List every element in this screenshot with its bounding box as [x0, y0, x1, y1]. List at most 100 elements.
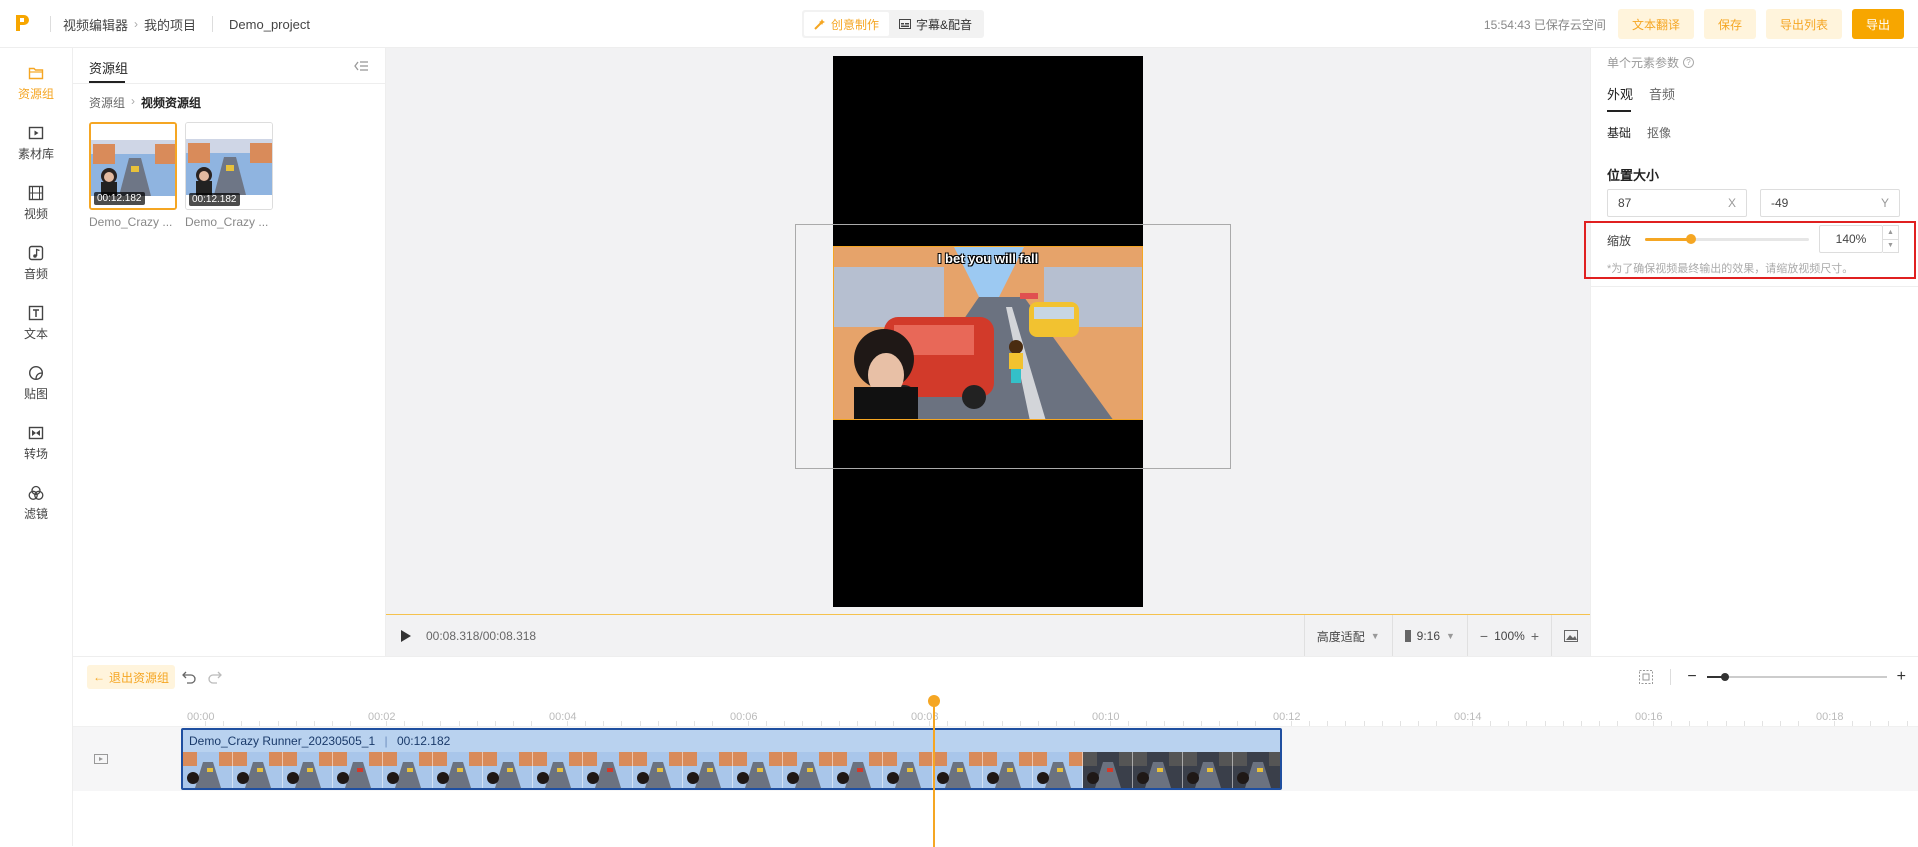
position-x-field[interactable]: 87 X [1607, 189, 1747, 217]
subtab-basic[interactable]: 基础 [1607, 124, 1631, 141]
resource-thumbnail[interactable]: 00:12.182 [89, 122, 177, 210]
crumb-resource-group[interactable]: 资源组 [89, 94, 125, 111]
ruler-minor-tick [1870, 721, 1872, 726]
playhead-line[interactable] [933, 697, 935, 847]
chevron-right-icon: › [131, 94, 136, 108]
sidebar-item-media-library[interactable]: 素材库 [0, 118, 72, 168]
ruler-minor-tick [947, 721, 949, 726]
time-ruler[interactable]: 00:00 00:02 00:04 00:06 00:08 00:10 00:12 00:14… [73, 697, 1918, 727]
sidebar-item-label: 音频 [23, 266, 48, 281]
fit-mode-select[interactable]: 高度适配 ▼ [1303, 615, 1392, 657]
ruler-minor-tick [1490, 721, 1492, 726]
redo-icon[interactable] [207, 669, 223, 685]
filmstrip-frame [833, 752, 883, 788]
media-library-icon [28, 126, 44, 139]
undo-icon[interactable] [181, 669, 197, 685]
ruler-minor-tick [1327, 721, 1329, 726]
ruler-minor-tick [1218, 721, 1220, 726]
app-logo-icon[interactable] [14, 13, 30, 33]
timeline-zoom-out-icon[interactable]: − [1687, 668, 1696, 686]
exit-resource-group-button[interactable]: ← 退出资源组 [87, 665, 176, 689]
sidebar-item-text[interactable]: 文本 [0, 298, 72, 348]
tab-creative[interactable]: 创意制作 [804, 12, 890, 36]
export-list-button[interactable]: 导出列表 [1765, 9, 1842, 39]
save-button[interactable]: 保存 [1703, 9, 1756, 39]
zoom-in-icon[interactable]: + [1531, 628, 1539, 644]
magic-wand-icon [814, 19, 825, 30]
timeline-zoom-handle[interactable] [1720, 673, 1729, 681]
tab-appearance[interactable]: 外观 [1607, 84, 1633, 103]
project-name[interactable]: Demo_project [229, 17, 310, 32]
timeline-zoom-in-icon[interactable]: + [1897, 668, 1906, 686]
ruler-minor-tick [1381, 721, 1383, 726]
filmstrip-frame [633, 752, 683, 788]
sidebar-item-audio[interactable]: 音频 [0, 238, 72, 288]
collapse-panel-icon[interactable] [353, 59, 369, 73]
sidebar-item-label: 贴图 [23, 386, 48, 401]
ruler-minor-tick [1689, 721, 1691, 726]
subtitle-icon [899, 19, 912, 29]
filmstrip-frame [1133, 752, 1183, 788]
ruler-minor-tick [223, 721, 225, 726]
video-track-icon [94, 754, 108, 764]
ruler-minor-tick [1834, 721, 1836, 726]
ruler-minor-tick [820, 721, 822, 726]
ruler-minor-tick [313, 721, 315, 726]
breadcrumb: 视频编辑器 › 我的项目 Demo_project [50, 0, 310, 48]
sidebar-item-filter[interactable]: 滤镜 [0, 478, 72, 528]
timeline-zoom-slider[interactable] [1706, 673, 1887, 681]
ruler-minor-tick [929, 721, 931, 726]
help-icon[interactable]: ? [1683, 57, 1695, 68]
playhead-handle[interactable] [928, 695, 940, 707]
resource-breadcrumb: 资源组 › 视频资源组 [89, 94, 201, 111]
sidebar-item-label: 素材库 [17, 146, 54, 161]
properties-tabs: 外观 音频 [1607, 84, 1675, 103]
export-button[interactable]: 导出 [1851, 9, 1904, 39]
fit-timeline-icon[interactable] [1638, 669, 1654, 685]
subtab-keying[interactable]: 抠像 [1647, 124, 1671, 141]
divider: | [384, 734, 388, 748]
play-icon[interactable] [400, 629, 412, 643]
divider [1670, 669, 1672, 685]
aspect-ratio-value: 9:16 [1416, 629, 1440, 643]
top-bar: 视频编辑器 › 我的项目 Demo_project 创意制作 字幕&配音 15:… [0, 0, 1918, 48]
ruler-tick-label: 00:10 [1092, 711, 1120, 723]
ruler-minor-tick [1544, 721, 1546, 726]
filmstrip-frame [283, 752, 333, 788]
ruler-minor-tick [1743, 721, 1745, 726]
timeline-toolbar: ← 退出资源组 − + [73, 657, 1918, 697]
filmstrip-frame [983, 752, 1033, 788]
crumb-video-editor[interactable]: 视频编辑器 [63, 15, 128, 34]
sidebar-item-transition[interactable]: 转场 [0, 418, 72, 468]
resource-panel: 资源组 资源组 › 视频资源组 00:12.182 Demo_Crazy ... [73, 48, 386, 656]
tab-subtitle-dubbing[interactable]: 字幕&配音 [889, 12, 982, 36]
tab-resource-group[interactable]: 资源组 [89, 58, 128, 77]
aspect-ratio-select[interactable]: 9:16 ▼ [1391, 615, 1467, 657]
mode-switch: 创意制作 字幕&配音 [802, 10, 985, 38]
ruler-minor-tick [1598, 721, 1600, 726]
portrait-ratio-icon [1404, 630, 1411, 642]
video-clip[interactable]: Demo_Crazy Runner_20230505_1 | 00:12.182 [181, 728, 1282, 790]
arrow-left-icon: ← [93, 670, 105, 684]
image-icon [1564, 630, 1578, 642]
sidebar-item-resource-group[interactable]: 资源组 [0, 58, 72, 108]
filmstrip-frame [883, 752, 933, 788]
crumb-my-projects[interactable]: 我的项目 [144, 15, 196, 34]
sidebar-item-video[interactable]: 视频 [0, 178, 72, 228]
preview-controls-right: 高度适配 ▼ 9:16 ▼ − 100% + [1303, 615, 1590, 657]
position-y-field[interactable]: -49 Y [1760, 189, 1900, 217]
resource-thumbnail[interactable]: 00:12.182 [185, 122, 273, 210]
tab-audio[interactable]: 音频 [1649, 84, 1675, 103]
music-icon [28, 245, 44, 260]
snapshot-button[interactable] [1551, 615, 1590, 657]
ruler-minor-tick [1725, 721, 1727, 726]
translate-button[interactable]: 文本翻译 [1617, 9, 1694, 39]
sidebar-item-sticker[interactable]: 贴图 [0, 358, 72, 408]
clip-duration: 00:12.182 [396, 734, 451, 748]
ruler-minor-tick [422, 721, 424, 726]
zoom-out-icon[interactable]: − [1480, 628, 1488, 644]
preview-zoom: − 100% + [1466, 615, 1551, 657]
ruler-minor-tick [657, 721, 659, 726]
clip-label: Demo_Crazy Runner_20230505_1 | 00:12.182 [189, 734, 450, 748]
selection-frame[interactable] [795, 224, 1231, 469]
